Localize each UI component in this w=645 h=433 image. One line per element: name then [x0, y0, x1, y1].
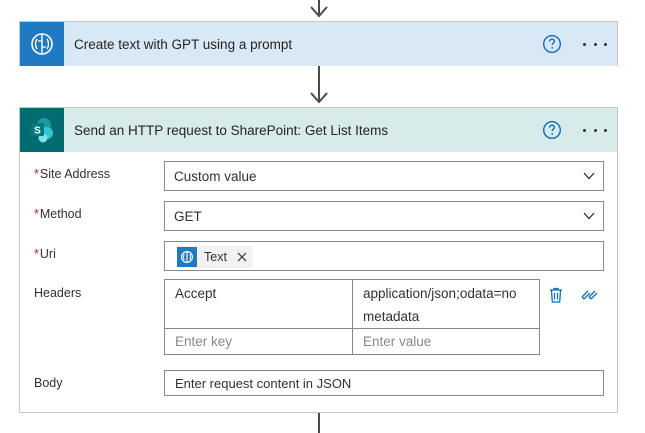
more-options-icon[interactable] — [583, 120, 607, 140]
uri-input[interactable]: Text — [164, 241, 604, 271]
sharepoint-icon: S — [20, 108, 64, 152]
trash-icon[interactable] — [547, 286, 565, 304]
method-label: *Method — [34, 207, 82, 221]
help-icon[interactable] — [542, 34, 562, 54]
row-divider — [165, 328, 539, 329]
gpt-brain-icon — [20, 22, 64, 66]
connector-arrow-icon — [310, 92, 328, 104]
svg-text:S: S — [34, 126, 41, 137]
chevron-down-icon[interactable] — [583, 211, 595, 221]
gpt-action-card[interactable]: Create text with GPT using a prompt — [19, 21, 618, 66]
more-options-icon[interactable] — [583, 34, 607, 54]
sharepoint-action-card[interactable]: S Send an HTTP request to SharePoint: Ge… — [19, 107, 618, 413]
header-key-input[interactable]: Enter key — [175, 334, 232, 349]
gpt-brain-icon — [177, 247, 197, 267]
help-icon[interactable] — [542, 120, 562, 140]
body-label: Body — [34, 376, 63, 390]
connector-line-bottom — [318, 413, 320, 433]
gpt-action-header[interactable]: Create text with GPT using a prompt — [20, 22, 617, 66]
method-value: GET — [174, 209, 202, 224]
uri-label-text: Uri — [39, 247, 56, 261]
gpt-action-title: Create text with GPT using a prompt — [74, 36, 293, 52]
header-value-line-2[interactable]: metadata — [363, 309, 419, 324]
switch-to-text-mode-icon[interactable] — [580, 286, 598, 304]
dynamic-content-token[interactable]: Text — [177, 246, 253, 268]
method-label-text: Method — [39, 207, 82, 221]
remove-token-icon[interactable] — [237, 252, 247, 262]
sharepoint-action-header[interactable]: S Send an HTTP request to SharePoint: Ge… — [20, 108, 617, 152]
header-value-input[interactable]: Enter value — [363, 334, 431, 349]
headers-table: Accept application/json;odata=no metadat… — [164, 279, 540, 355]
required-mark: * — [34, 207, 39, 221]
uri-label: *Uri — [34, 247, 56, 261]
sharepoint-action-title: Send an HTTP request to SharePoint: Get … — [74, 122, 389, 138]
chevron-down-icon[interactable] — [583, 171, 595, 181]
site-address-dropdown[interactable]: Custom value — [164, 161, 604, 191]
method-dropdown[interactable]: GET — [164, 201, 604, 231]
headers-label: Headers — [34, 286, 82, 300]
required-mark: * — [34, 247, 39, 261]
header-key-cell[interactable]: Accept — [175, 286, 216, 301]
site-address-value: Custom value — [174, 169, 257, 184]
column-divider — [352, 280, 353, 354]
site-address-label: *Site Address — [34, 167, 110, 181]
site-address-label-text: Site Address — [39, 167, 111, 181]
connector-arrow-icon — [310, 6, 328, 18]
body-input[interactable]: Enter request content in JSON — [164, 370, 604, 396]
required-mark: * — [34, 167, 39, 181]
token-label: Text — [204, 250, 227, 264]
body-placeholder: Enter request content in JSON — [175, 376, 352, 391]
header-value-line-1[interactable]: application/json;odata=no — [363, 286, 517, 301]
